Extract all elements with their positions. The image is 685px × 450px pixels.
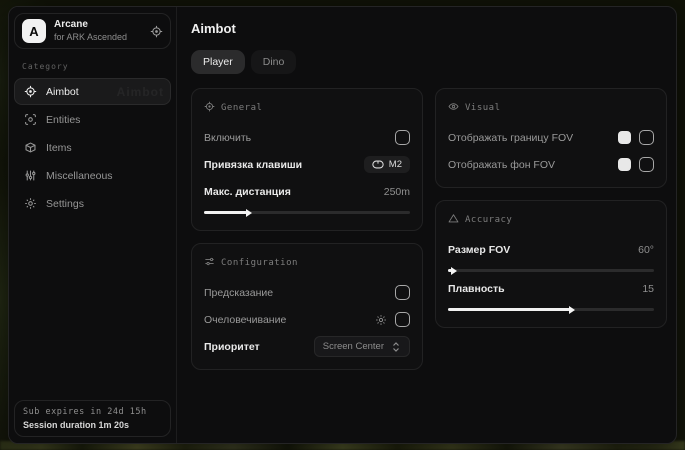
sidebar: A Arcane for ARK Ascended Category [9,7,177,443]
brand-subtitle: for ARK Ascended [54,32,142,43]
mouse-icon [372,160,384,169]
priority-select[interactable]: Screen Center [314,336,410,357]
enable-row: Включить [204,127,410,148]
card-title: Accuracy [465,215,512,225]
fov-border-checkbox[interactable] [639,130,654,145]
tab-player[interactable]: Player [191,50,245,74]
brand-name: Arcane [54,19,142,32]
sidebar-item-miscellaneous[interactable]: Miscellaneous [14,162,171,189]
max-distance-row: Макс. дистанция 250m [204,181,410,202]
card-title: General [221,103,262,113]
subscription-card: Sub expires in 24d 15h Session duration … [14,400,171,437]
sub-expires-text: Sub expires in 24d 15h [23,407,162,417]
box-icon [24,141,37,154]
fov-background-color-swatch[interactable] [618,158,631,171]
keybind-button[interactable]: M2 [364,156,410,173]
humanization-row: Очеловечивание [204,309,410,330]
card-general: General Включить Привязка клавиши [191,88,423,231]
main-panel: Aimbot Player Dino Genera [177,7,677,443]
gear-icon[interactable] [375,314,387,326]
fov-border-label: Отображать границу FOV [448,132,618,144]
priority-label: Приоритет [204,341,314,353]
card-title: Configuration [221,258,298,268]
card-configuration: Configuration Предсказание Очеловечивани… [191,243,423,370]
slider-thumb[interactable] [569,306,575,314]
eye-icon [448,99,459,117]
keybind-value: M2 [389,159,402,170]
brand-logo: A [22,19,46,43]
fov-border-color-swatch[interactable] [618,131,631,144]
fov-size-label: Размер FOV [448,244,638,256]
priority-row: Приоритет Screen Center [204,336,410,357]
category-label: Category [22,62,171,71]
sidebar-item-label: Miscellaneous [46,170,113,182]
fov-size-row: Размер FOV 60° [448,239,654,260]
sidebar-item-label: Aimbot [46,86,79,98]
tab-bar: Player Dino [191,50,667,74]
session-duration-text: Session duration 1m 20s [23,420,162,430]
card-title: Visual [465,103,501,113]
keybind-label: Привязка клавиши [204,159,364,171]
fov-size-slider[interactable] [448,269,654,272]
sidebar-item-aimbot[interactable]: Aimbot Aimbot [14,78,171,105]
humanization-checkbox[interactable] [395,312,410,327]
fov-background-row: Отображать фон FOV [448,154,654,175]
brand-card: A Arcane for ARK Ascended [14,13,171,49]
sidebar-nav: Aimbot Aimbot Entities [14,78,171,217]
slider-thumb[interactable] [246,209,252,217]
page-title: Aimbot [191,21,667,36]
sidebar-item-label: Items [46,142,72,154]
prediction-label: Предсказание [204,287,395,299]
crosshair-icon [204,99,215,117]
humanization-label: Очеловечивание [204,314,375,326]
scan-icon [24,113,37,126]
prediction-row: Предсказание [204,282,410,303]
smoothness-label: Плавность [448,283,642,295]
sidebar-item-entities[interactable]: Entities [14,106,171,133]
chevrons-updown-icon [391,342,401,352]
card-visual: Visual Отображать границу FOV Отображать… [435,88,667,188]
sidebar-item-label: Entities [46,114,80,126]
slider-thumb[interactable] [451,267,457,275]
max-distance-slider[interactable] [204,211,410,214]
triangle-icon [448,211,459,229]
fov-size-value: 60° [638,244,654,256]
crosshair-icon [24,85,37,98]
smoothness-value: 15 [642,283,654,295]
sidebar-item-items[interactable]: Items [14,134,171,161]
sidebar-item-ghost-label: Aimbot [117,85,164,99]
smoothness-row: Плавность 15 [448,278,654,299]
sliders-icon [24,169,37,182]
sidebar-item-settings[interactable]: Settings [14,190,171,217]
priority-value: Screen Center [323,341,384,352]
fov-background-label: Отображать фон FOV [448,159,618,171]
enable-label: Включить [204,132,395,144]
app-window: A Arcane for ARK Ascended Category [8,6,677,444]
max-distance-value: 250m [384,186,410,198]
keybind-row: Привязка клавиши M2 [204,154,410,175]
fov-border-row: Отображать границу FOV [448,127,654,148]
fov-background-checkbox[interactable] [639,157,654,172]
max-distance-label: Макс. дистанция [204,186,384,198]
tune-icon [204,254,215,272]
gear-icon [24,197,37,210]
smoothness-slider[interactable] [448,308,654,311]
card-accuracy: Accuracy Размер FOV 60° Плавность 15 [435,200,667,328]
enable-checkbox[interactable] [395,130,410,145]
prediction-checkbox[interactable] [395,285,410,300]
target-icon[interactable] [150,25,163,38]
tab-dino[interactable]: Dino [251,50,297,74]
sidebar-item-label: Settings [46,198,84,210]
